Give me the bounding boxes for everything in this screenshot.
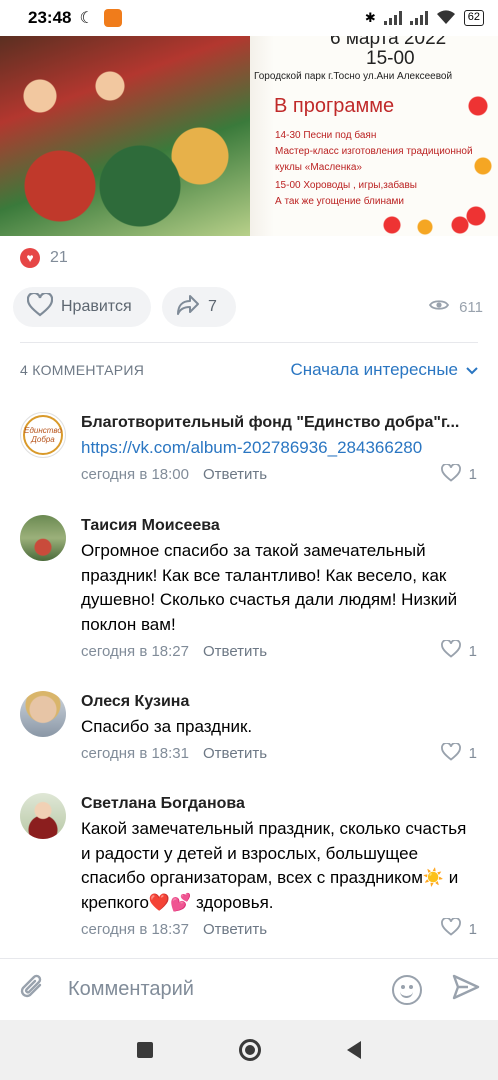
sort-dropdown[interactable]: Сначала интересные	[290, 360, 478, 380]
share-button[interactable]: 7	[162, 287, 236, 327]
flower-decoration	[380, 211, 498, 236]
comment-input-bar: Комментарий	[0, 958, 498, 1020]
eye-icon	[429, 298, 450, 316]
comment-text: Огромное спасибо за такой замечательный …	[81, 541, 458, 634]
comment-like-button[interactable]: 1	[440, 741, 477, 765]
comment-like-button[interactable]: 1	[440, 917, 477, 940]
comment-author[interactable]: Олеся Кузина	[81, 691, 477, 713]
battery-icon: 62	[463, 10, 484, 26]
avatar[interactable]	[20, 793, 66, 839]
heart-icon: ♥	[20, 248, 40, 268]
comment-author[interactable]: Благотворительный фонд "Единство добра"г…	[81, 412, 477, 434]
signal-icon	[383, 11, 402, 25]
post-image[interactable]: 6 марта 2022 15-00 Городской парк г.Тосн…	[0, 36, 498, 236]
views-counter: 611	[429, 298, 485, 316]
comment-time: сегодня в 18:27	[81, 642, 189, 660]
like-button[interactable]: Нравится	[13, 287, 151, 327]
charity-logo: Единство Добра	[23, 415, 63, 455]
comment-likes-count: 1	[468, 466, 477, 483]
heart-outline-icon	[440, 741, 461, 765]
reply-button[interactable]: Ответить	[203, 921, 267, 938]
send-icon[interactable]	[452, 974, 480, 1005]
like-label: Нравится	[61, 298, 132, 315]
chevron-down-icon	[466, 360, 478, 380]
likes-summary[interactable]: ♥ 21	[20, 248, 68, 268]
comment-input[interactable]: Комментарий	[68, 978, 392, 1001]
comment-author[interactable]: Светлана Богданова	[81, 793, 477, 815]
comment-text: Спасибо за праздник.	[81, 717, 253, 736]
home-icon[interactable]	[239, 1039, 261, 1061]
wifi-icon	[436, 9, 456, 28]
signal-icon-2	[409, 11, 428, 25]
program-title: В программе	[274, 95, 395, 117]
program-line: 15-00 Хороводы , игры,забавы	[275, 180, 417, 191]
comment-time: сегодня в 18:31	[81, 745, 189, 762]
comment-text: Какой замечательный праздник, сколько сч…	[81, 819, 467, 912]
comment-author[interactable]: Таисия Моисеева	[81, 515, 477, 537]
avatar[interactable]	[20, 515, 66, 561]
share-count: 7	[208, 298, 217, 315]
app-notification-icon	[103, 9, 122, 27]
comment-link[interactable]: https://vk.com/album-202786936_284366280	[81, 436, 477, 461]
recents-icon[interactable]	[137, 1042, 153, 1058]
comment-like-button[interactable]: 1	[440, 462, 477, 486]
comment-likes-count: 1	[468, 745, 477, 762]
avatar[interactable]: Единство Добра	[20, 412, 66, 458]
comment-likes-count: 1	[468, 642, 477, 660]
avatar[interactable]	[20, 691, 66, 737]
comment-likes-count: 1	[468, 920, 477, 938]
post-actions: Нравится 7 611	[13, 287, 485, 327]
divider	[20, 342, 478, 343]
program-line: куклы «Масленка»	[275, 162, 362, 173]
attach-icon[interactable]	[18, 972, 46, 1007]
comments-count: 4 КОММЕНТАРИЯ	[20, 362, 145, 378]
comment-like-button[interactable]: 1	[440, 639, 477, 662]
heart-outline-icon	[440, 917, 461, 940]
comments-header: 4 КОММЕНТАРИЯ Сначала интересные	[20, 360, 478, 380]
heart-outline-icon	[440, 639, 461, 662]
event-time: 15-00	[366, 48, 415, 69]
system-nav-bar	[0, 1020, 498, 1080]
program-line: Мастер-класс изготовления традиционной	[275, 146, 473, 157]
heart-outline-icon	[440, 462, 461, 486]
reply-button[interactable]: Ответить	[203, 466, 267, 483]
status-bar: 23:48 ☾ ✱ 62	[0, 0, 498, 36]
share-icon	[176, 294, 200, 321]
back-icon[interactable]	[347, 1041, 361, 1059]
reply-button[interactable]: Ответить	[203, 643, 267, 660]
moon-icon: ☾	[79, 10, 94, 27]
views-count: 611	[459, 298, 483, 316]
program-line: 14-30 Песни под баян	[275, 130, 377, 141]
comment-time: сегодня в 18:37	[81, 920, 189, 938]
comment-time: сегодня в 18:00	[81, 466, 189, 483]
program-line: А так же угощение блинами	[275, 196, 405, 207]
event-place: Городской парк г.Тосно ул.Ани Алексеевой	[254, 71, 453, 82]
maslenitsa-illustration	[0, 36, 250, 236]
bluetooth-icon: ✱	[364, 10, 376, 25]
emoji-icon[interactable]	[392, 974, 422, 1005]
likes-count: 21	[50, 249, 68, 266]
heart-outline-icon	[26, 291, 54, 322]
sort-label: Сначала интересные	[290, 360, 458, 379]
reply-button[interactable]: Ответить	[203, 745, 267, 762]
status-time: 23:48	[28, 8, 72, 27]
